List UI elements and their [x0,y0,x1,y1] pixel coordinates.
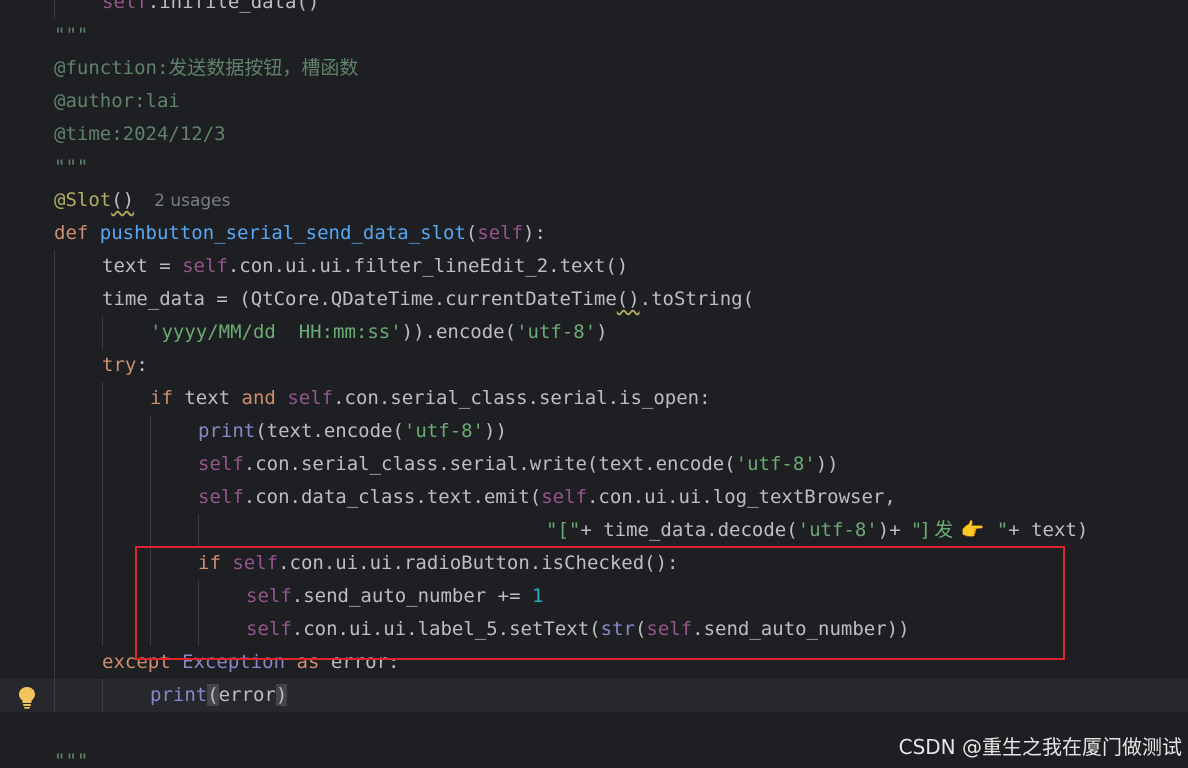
code-token: error [218,684,276,706]
keyword: and [241,387,276,409]
current-code-line: print(error) [0,679,1188,712]
code-token: .toString( [639,288,755,310]
code-token: text [172,387,242,409]
code-token: """ [54,156,89,178]
code-line: print(text.encode('utf-8')) [0,415,1188,448]
code-token: )).encode( [401,321,517,343]
code-token: () [616,288,640,310]
code-token: @time:2024/12/3 [54,123,226,145]
code-line: 'yyyy/MM/dd HH:mm:ss')).encode('utf-8') [0,316,1188,349]
code-token: text = [102,255,183,277]
code-token: .con.serial_class.serial.write(text.enco… [243,453,736,475]
keyword: def [54,222,89,244]
code-line: text = self.con.ui.ui.filter_lineEdit_2.… [0,250,1188,283]
string-literal: "] 发 [912,519,960,541]
code-token: (text.encode( [255,420,404,442]
code-line: @function:发送数据按钮，槽函数 [0,52,1188,85]
code-line: def pushbutton_serial_send_data_slot(sel… [54,222,546,244]
code-token: )) [815,453,839,475]
code-line: if text and self.con.serial_class.serial… [0,382,1188,415]
code-line: self.con.serial_class.serial.write(text.… [0,448,1188,481]
code-token: : [136,354,148,376]
code-editor[interactable]: self.inifile_data() """ @function:发送数据按钮… [0,0,1188,768]
code-line: """ [0,19,1188,52]
code-token: """ [54,750,89,768]
lightbulb-icon[interactable] [16,685,38,709]
code-line: @time:2024/12/3 [0,118,1188,151]
code-line: @author:lai [0,85,1188,118]
string-literal: 'utf-8' [403,420,484,442]
string-literal: 'yyyy/MM/dd HH:mm:ss' [150,321,402,343]
keyword: try [102,354,137,376]
code-token: self [541,486,587,508]
code-token: ( [207,684,219,706]
string-literal: 'utf-8' [797,519,878,541]
string-literal: "[" [546,519,581,541]
code-token: self [182,255,228,277]
code-token: ) [596,321,608,343]
code-token: () [111,189,135,211]
string-literal: 'utf-8' [735,453,816,475]
builtin: print [150,684,208,706]
code-token: self [287,387,334,409]
string-literal: " [985,519,1009,541]
code-line: "["+ time_data.decode('utf-8')+ "] 发 👉 "… [0,514,1188,547]
code-token: + time_data.decode( [580,519,798,541]
code-token: .con.ui.ui.filter_lineEdit_2.text() [227,255,629,277]
code-token: ) [275,684,288,706]
code-token: @author:lai [54,90,180,112]
code-line: @Slot() 2 usages [0,184,1188,217]
code-token: self [477,222,524,244]
code-token: self [102,0,148,13]
code-token: """ [54,24,89,46]
code-token: .con.data_class.text.emit( [243,486,542,508]
keyword: if [150,387,173,409]
usages-hint[interactable]: 2 usages [154,191,230,211]
string-literal: 'utf-8' [516,321,597,343]
decorator: @Slot [54,189,112,211]
code-token: time_data = (QtCore.QDateTime.currentDat… [102,288,617,310]
pointing-hand-icon: 👉 [960,519,985,541]
highlight-box [135,546,1065,660]
code-line: self.con.data_class.text.emit(self.con.u… [0,481,1188,514]
code-line: """ [0,151,1188,184]
code-line: try: [0,349,1188,382]
builtin: print [198,420,256,442]
code-token: self [198,486,244,508]
code-token: self [198,453,244,475]
code-token: )) [484,420,507,442]
code-line: time_data = (QtCore.QDateTime.currentDat… [0,283,1188,316]
function-name: pushbutton_serial_send_data_slot [99,222,466,244]
code-token: + text) [1008,519,1089,541]
code-token: .con.serial_class.serial.is_open: [333,387,711,409]
code-token: )+ [877,519,913,541]
watermark: CSDN @重生之我在厦门做测试 [898,735,1182,759]
code-token: .con.ui.ui.log_textBrowser, [586,486,896,508]
code-token: @function: [54,57,169,79]
code-token: 发送数据按钮，槽函数 [168,57,359,79]
code-token: .inifile_data() [147,0,320,13]
code-line: self.inifile_data() [0,0,1188,19]
